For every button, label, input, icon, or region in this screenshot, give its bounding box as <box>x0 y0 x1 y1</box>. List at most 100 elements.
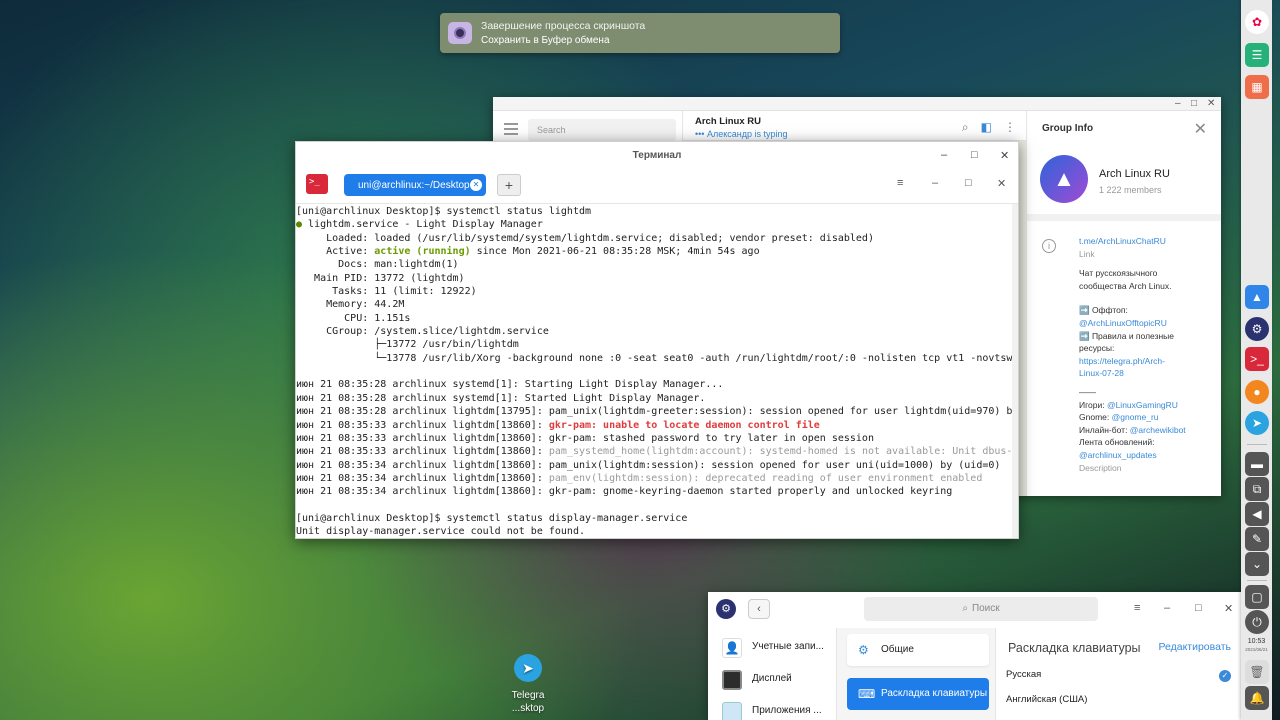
terminal-app-icon: >_ <box>306 174 328 194</box>
terminal-line: июн 21 08:35:28 archlinux systemd[1]: St… <box>296 379 724 391</box>
launcher-icon[interactable]: ✿ <box>1245 10 1269 34</box>
minimize-icon[interactable]: – <box>1164 602 1170 614</box>
edit-link[interactable]: Редактировать <box>1158 641 1231 653</box>
dock-panel: ✿ ☰ ▦ ▲ ⚙ >_ ● ➤ ▬ ⧉ ◀ ✎ ⌄ ▢ ⏻ 10:53 202… <box>1241 0 1272 720</box>
terminal-tab[interactable]: uni@archlinux:~/Desktop ✕ <box>344 174 486 196</box>
check-icon: ✓ <box>1219 670 1231 682</box>
user-icon: 👤 <box>722 638 742 658</box>
volume-icon[interactable]: ◀ <box>1245 502 1269 526</box>
close-icon[interactable]: ✕ <box>1207 98 1215 110</box>
category-general[interactable]: ⚙ Общие <box>847 634 989 666</box>
updates-label: Лента обновлений: <box>1079 437 1155 448</box>
hamburger-menu-icon[interactable] <box>504 123 518 138</box>
gnome-label: Gnome: <box>1079 412 1112 423</box>
description-label: Description <box>1079 462 1122 473</box>
close-tab-icon[interactable]: ✕ <box>470 179 482 191</box>
updates-link[interactable]: @archlinux_updates <box>1079 449 1221 462</box>
power-icon[interactable]: ⏻ <box>1245 610 1269 634</box>
tray-expand-icon[interactable]: ⌄ <box>1245 552 1269 576</box>
tab-label: uni@archlinux:~/Desktop <box>358 180 470 191</box>
terminal-line: июн 21 08:35:34 archlinux lightdm[13860]… <box>296 459 1001 471</box>
minimize-icon[interactable]: – <box>932 177 938 189</box>
gnome-link[interactable]: @gnome_ru <box>1112 412 1159 422</box>
category-keyboard-layout[interactable]: ⌨ Раскладка клавиатуры <box>847 678 989 710</box>
dock-clock[interactable]: 10:53 2021/06/21 <box>1241 638 1272 654</box>
layout-item-english-us[interactable]: Английская (США) <box>1006 694 1087 705</box>
close-icon[interactable]: ✕ <box>1000 149 1009 162</box>
minimize-icon[interactable]: – <box>941 149 947 161</box>
menu-icon[interactable]: ≡ <box>1134 602 1140 614</box>
rules-label: ➡️ Правила и полезные <box>1079 330 1175 341</box>
more-vertical-icon[interactable]: ⋮ <box>1004 120 1016 135</box>
menu-icon[interactable]: ≡ <box>897 177 903 189</box>
telegram-icon: ➤ <box>514 654 542 682</box>
nav-item-display[interactable]: Дисплей <box>708 664 836 696</box>
close-icon[interactable]: ✕ <box>1224 602 1233 615</box>
description-line: сообщества Arch Linux. <box>1079 280 1172 291</box>
nav-item-apps[interactable]: Приложения ... <box>708 696 836 720</box>
terminal-line: [uni@archlinux Desktop]$ systemctl statu… <box>296 512 688 524</box>
group-info-title: Group Info <box>1042 123 1094 134</box>
chat-header[interactable]: Arch Linux RU ••• Александр is typing ⌕ … <box>683 111 1026 141</box>
notifications-panel-icon[interactable]: ▢ <box>1245 585 1269 609</box>
terminal-icon[interactable]: >_ <box>1245 347 1269 371</box>
error-text: gkr-pam: unable to locate daemon control… <box>548 419 820 431</box>
settings-icon[interactable]: ⚙ <box>1245 317 1269 341</box>
maximize-icon[interactable]: □ <box>971 149 978 161</box>
group-info-body: i t.me/ArchLinuxChatRU Link Чат русскояз… <box>1027 221 1221 474</box>
terminal-line: Docs: man:lightdm(1) <box>296 259 459 271</box>
terminal-line: Main PID: 13772 (lightdm) <box>296 272 465 284</box>
maximize-icon[interactable]: □ <box>1195 602 1202 614</box>
firefox-icon[interactable]: ● <box>1245 380 1269 404</box>
close-icon[interactable]: ✕ <box>997 177 1006 190</box>
bell-icon[interactable]: 🔔 <box>1245 686 1269 710</box>
rules-link[interactable]: Linux-07-28 <box>1079 367 1221 380</box>
group-link[interactable]: t.me/ArchLinuxChatRU <box>1079 235 1221 248</box>
inline-bot-link[interactable]: @archewikibot <box>1130 425 1186 435</box>
window-title: Терминал <box>632 150 682 161</box>
screenshot-tool-icon[interactable]: ✎ <box>1245 527 1269 551</box>
layout-item-russian[interactable]: Русская <box>1006 669 1041 680</box>
notification-title: Завершение процесса скриншота <box>481 20 646 32</box>
terminal-line: CPU: 1.151s <box>296 312 411 324</box>
terminal-line: июн 21 08:35:28 archlinux systemd[1]: St… <box>296 392 706 404</box>
maximize-icon[interactable]: □ <box>965 177 972 189</box>
software-icon[interactable]: ▲ <box>1245 285 1269 309</box>
screenshot-notification[interactable]: Завершение процесса скриншота Сохранить … <box>440 13 840 53</box>
group-name: Arch Linux RU <box>1099 168 1170 180</box>
games-link[interactable]: @LinuxGamingRU <box>1107 400 1178 410</box>
workspace-icon[interactable]: ▬ <box>1245 452 1269 476</box>
keyboard-layout-panel: Раскладка клавиатуры Редактировать Русск… <box>998 628 1243 720</box>
sidebar-toggle-icon[interactable]: ◧ <box>981 120 992 135</box>
terminal-scrollbar[interactable] <box>1012 204 1018 538</box>
group-avatar[interactable]: ▲ <box>1040 155 1088 203</box>
terminal-line: CGroup: /system.slice/lightdm.service <box>296 326 549 338</box>
search-icon[interactable]: ⌕ <box>962 120 969 135</box>
nav-item-accounts[interactable]: 👤 Учетные запи... <box>708 632 836 664</box>
terminal-output[interactable]: [uni@archlinux Desktop]$ systemctl statu… <box>296 204 1018 538</box>
multitask-icon[interactable]: ⧉ <box>1245 477 1269 501</box>
terminal-line: Tasks: 11 (limit: 12922) <box>296 286 477 298</box>
search-input[interactable]: Search <box>528 119 676 141</box>
maximize-icon[interactable]: □ <box>1191 98 1197 110</box>
desktop-telegram-shortcut[interactable]: ➤ Telegra ...sktop <box>502 654 554 715</box>
offtop-link[interactable]: @ArchLinuxOfftopicRU <box>1079 317 1221 330</box>
new-tab-button[interactable]: + <box>497 174 521 196</box>
terminal-line: июн 21 08:35:34 archlinux lightdm[13860]… <box>296 472 983 484</box>
rules-label: ресурсы: <box>1079 343 1115 354</box>
minimize-icon[interactable]: – <box>1175 98 1181 110</box>
search-icon: ⌕ <box>962 603 968 614</box>
link-label: Link <box>1079 248 1095 259</box>
telegram-titlebar: – □ ✕ <box>493 97 1221 111</box>
files-icon[interactable]: ▦ <box>1245 75 1269 99</box>
close-icon[interactable]: ✕ <box>1194 119 1207 139</box>
settings-search-input[interactable]: ⌕ Поиск <box>864 597 1098 621</box>
telegram-icon[interactable]: ➤ <box>1245 411 1269 435</box>
trash-icon[interactable]: 🗑 <box>1245 660 1269 684</box>
dock-divider <box>1247 444 1267 445</box>
back-button[interactable]: ‹ <box>748 599 770 619</box>
app-store-icon[interactable]: ☰ <box>1245 43 1269 67</box>
rules-link[interactable]: https://telegra.ph/Arch- <box>1079 355 1221 368</box>
